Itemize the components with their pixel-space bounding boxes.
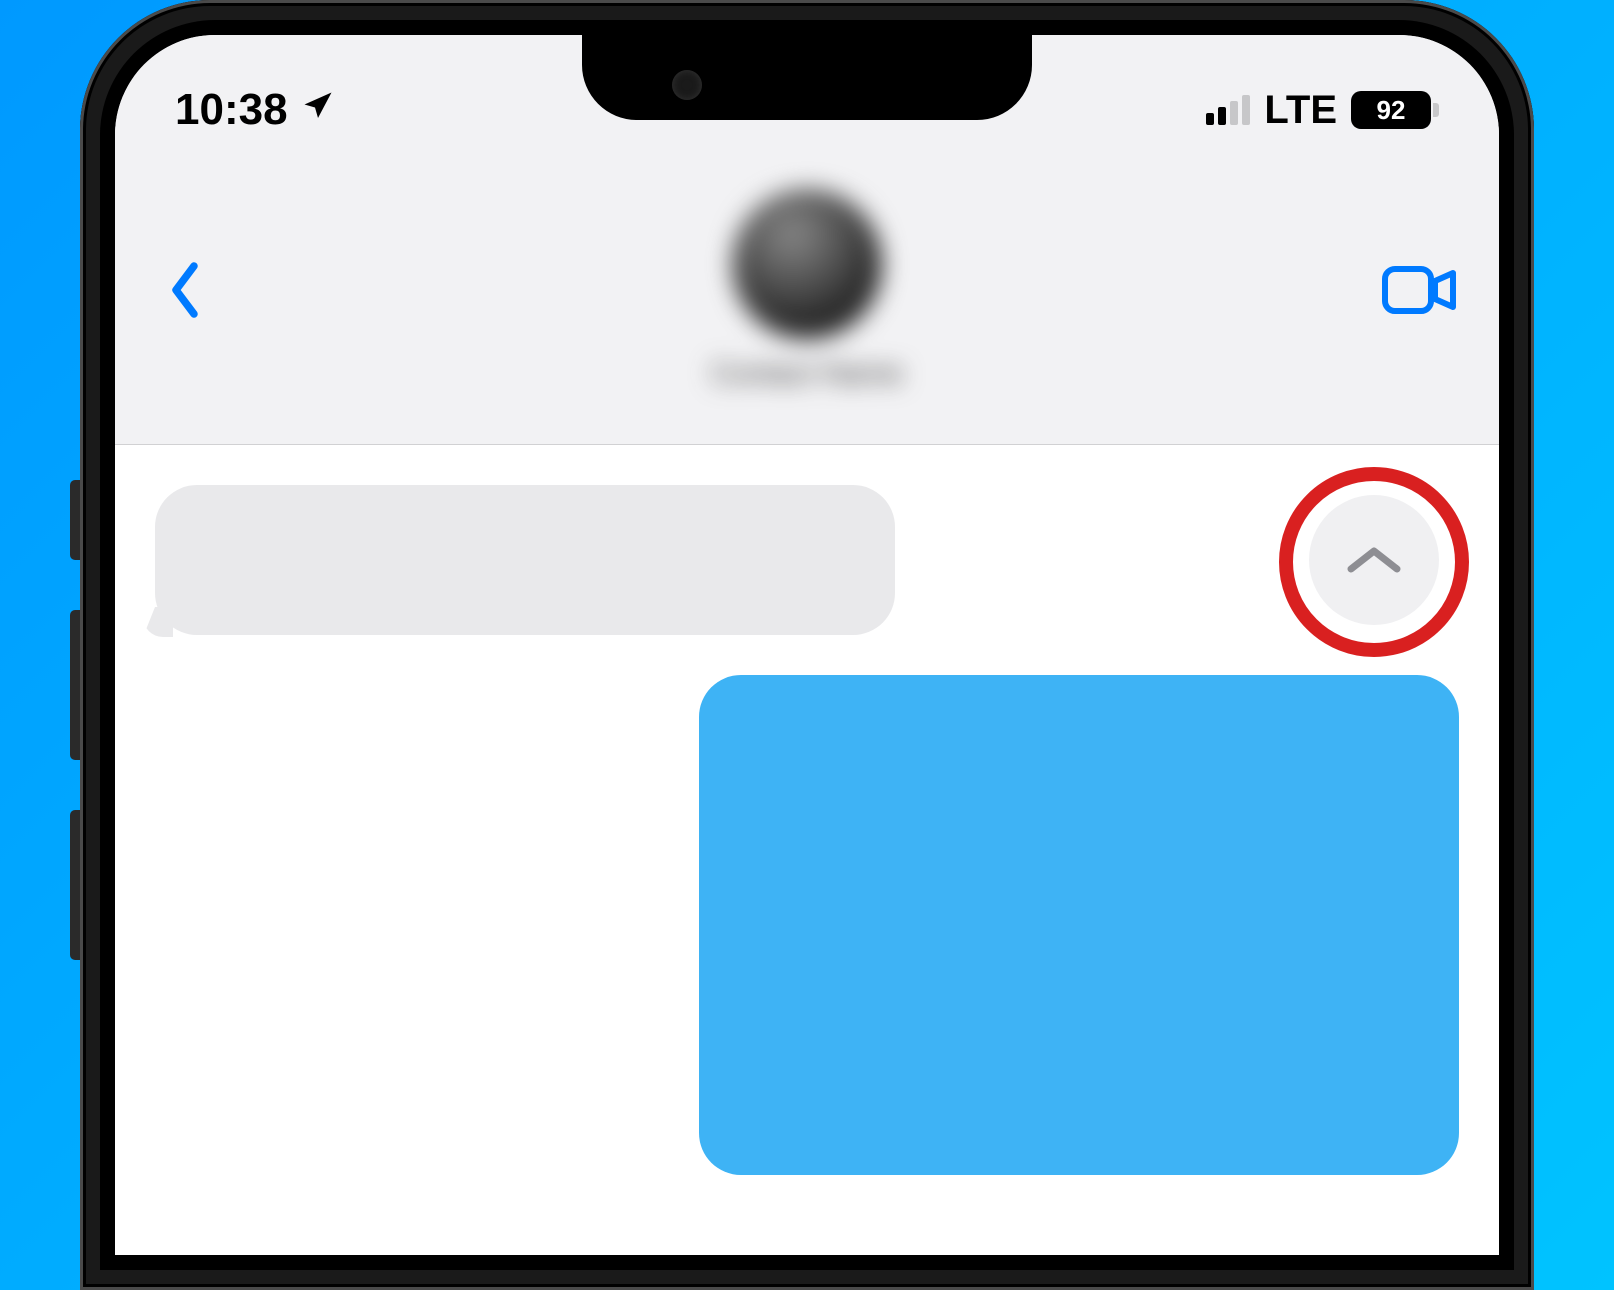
- battery-icon: 92: [1351, 91, 1439, 129]
- contact-name: Contact Name: [711, 357, 903, 391]
- status-right: LTE 92: [1206, 88, 1439, 133]
- notch: [582, 35, 1032, 120]
- messages-area[interactable]: [115, 445, 1499, 1255]
- status-left: 10:38: [175, 85, 336, 135]
- phone-screen: 10:38 LTE 92: [115, 35, 1499, 1255]
- cellular-signal-icon: [1206, 95, 1250, 125]
- mute-switch: [70, 480, 80, 560]
- phone-frame: 10:38 LTE 92: [80, 0, 1534, 1290]
- volume-up-button: [70, 610, 80, 760]
- location-arrow-icon: [300, 85, 336, 135]
- chevron-up-icon: [1345, 543, 1403, 577]
- back-button[interactable]: [155, 260, 215, 320]
- battery-level: 92: [1351, 91, 1431, 129]
- volume-down-button: [70, 810, 80, 960]
- network-type: LTE: [1264, 88, 1337, 133]
- conversation-header: Contact Name: [115, 155, 1499, 445]
- phone-side-buttons: [70, 480, 80, 1010]
- received-message-bubble[interactable]: [155, 485, 895, 635]
- scroll-up-button[interactable]: [1309, 495, 1439, 625]
- video-call-button[interactable]: [1379, 260, 1459, 320]
- status-time: 10:38: [175, 85, 288, 135]
- chevron-left-icon: [167, 260, 203, 320]
- sent-message-bubble[interactable]: [699, 675, 1459, 1175]
- contact-info[interactable]: Contact Name: [711, 189, 903, 391]
- contact-avatar: [732, 189, 882, 339]
- video-camera-icon: [1381, 265, 1457, 315]
- front-camera: [672, 70, 702, 100]
